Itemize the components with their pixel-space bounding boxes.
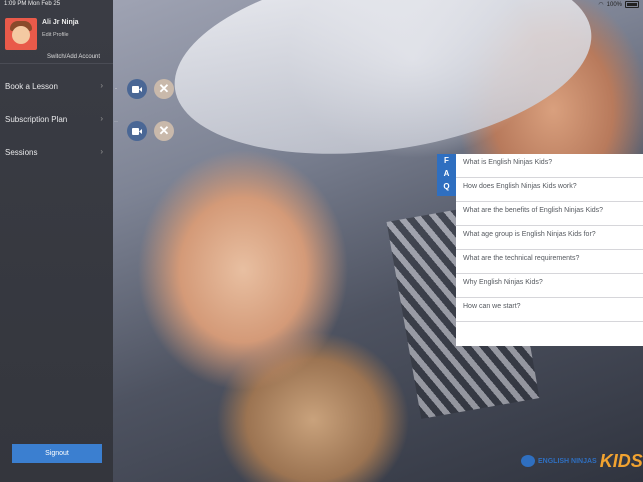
switch-account-link[interactable]: Switch/Add Account [47,54,100,60]
brand-logo: ENGLISH NINJAS KIDS [521,451,643,471]
blanket-shape [162,0,604,179]
faq-letter: Q [443,182,450,191]
faq-item[interactable]: How can we start? [456,298,643,322]
faq-tab[interactable]: F A Q [437,154,456,196]
faq-item[interactable]: What are the technical requirements? [456,250,643,274]
faq-letter: F [444,156,449,165]
faq-item[interactable]: How does English Ninjas Kids work? [456,178,643,202]
sidebar-item-label: Subscription Plan [5,115,68,124]
ninja-mascot-icon [521,455,535,467]
sidebar-divider [0,63,113,64]
battery-icon [625,1,639,8]
signout-button[interactable]: Signout [12,444,102,463]
status-time: 1:09 PM Mon Feb 25 [4,1,61,7]
row-marker: - [115,86,117,92]
logo-text: ENGLISH NINJAS [538,457,597,465]
logo-kids-text: KIDS [599,450,643,471]
sidebar-item-label: Book a Lesson [5,82,58,91]
wifi-icon: ◠ [598,2,604,8]
faq-item[interactable]: Why English Ninjas Kids? [456,274,643,298]
chevron-right-icon: › [100,81,103,90]
profile-name: Ali Jr Ninja [42,19,79,26]
sidebar-item-subscription-plan[interactable]: Subscription Plan › [0,111,113,129]
sidebar-item-label: Sessions [5,148,38,157]
battery-percent: 100% [606,1,622,8]
status-bar: 1:09 PM Mon Feb 25 ◠ 100% [0,0,643,10]
close-icon[interactable]: ✕ [154,121,174,141]
video-camera-icon[interactable] [127,79,147,99]
faq-item[interactable]: What are the benefits of English Ninjas … [456,202,643,226]
video-camera-icon[interactable] [127,121,147,141]
avatar[interactable] [5,18,37,50]
sidebar-item-sessions[interactable]: Sessions › [0,144,113,162]
row-marker: ·· [114,119,118,125]
faq-item[interactable]: What age group is English Ninjas Kids fo… [456,226,643,250]
chevron-right-icon: › [100,114,103,123]
sidebar: Ali Jr Ninja Edit Profile Switch/Add Acc… [0,0,113,482]
close-icon[interactable]: ✕ [154,79,174,99]
edit-profile-link[interactable]: Edit Profile [42,32,69,38]
sidebar-item-book-lesson[interactable]: Book a Lesson › [0,78,113,96]
faq-letter: A [443,169,450,178]
chevron-right-icon: › [100,147,103,156]
faq-item[interactable]: What is English Ninjas Kids? [456,154,643,178]
faq-panel: What is English Ninjas Kids? How does En… [456,154,643,346]
